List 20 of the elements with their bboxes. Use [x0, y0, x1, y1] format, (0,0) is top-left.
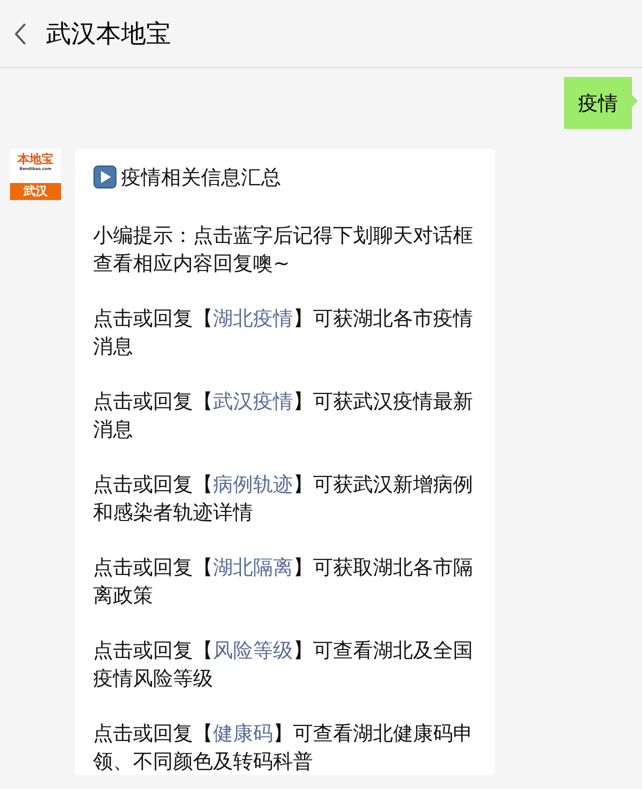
message-paragraph: 点击或回复【健康码】可查看湖北健康码申领、不同颜色及转码科普 — [93, 720, 474, 775]
keyword-link[interactable]: 病例轨迹 — [213, 472, 293, 496]
message-bubble: 疫情 — [564, 77, 638, 129]
chat-title: 武汉本地宝 — [46, 18, 171, 50]
keyword-link[interactable]: 风险等级 — [213, 638, 293, 662]
keyword-link[interactable]: 湖北隔离 — [213, 555, 293, 579]
city-label: 武汉 — [10, 183, 61, 200]
keyword-link[interactable]: 湖北疫情 — [213, 306, 293, 330]
play-icon — [93, 165, 117, 189]
message-paragraph: 点击或回复【湖北疫情】可获湖北各市疫情消息 — [93, 305, 474, 360]
keyword-link[interactable]: 健康码 — [213, 721, 273, 745]
message-title: 疫情相关信息汇总 — [121, 164, 281, 191]
message-paragraph: 点击或回复【病例轨迹】可获武汉新增病例和感染者轨迹详情 — [93, 471, 474, 526]
message-paragraph: 小编提示：点击蓝字后记得下划聊天对话框查看相应内容回复噢~ — [93, 222, 474, 277]
keyword-link[interactable]: 武汉疫情 — [213, 389, 293, 413]
message-paragraph: 点击或回复【风险等级】可查看湖北及全国疫情风险等级 — [93, 637, 474, 692]
message-paragraph: 点击或回复【武汉疫情】可获武汉疫情最新消息 — [93, 388, 474, 443]
back-icon[interactable] — [12, 20, 28, 46]
message-paragraph: 点击或回复【湖北隔离】可获取湖北各市隔离政策 — [93, 554, 474, 609]
logo-text: 本地宝 — [16, 152, 54, 166]
